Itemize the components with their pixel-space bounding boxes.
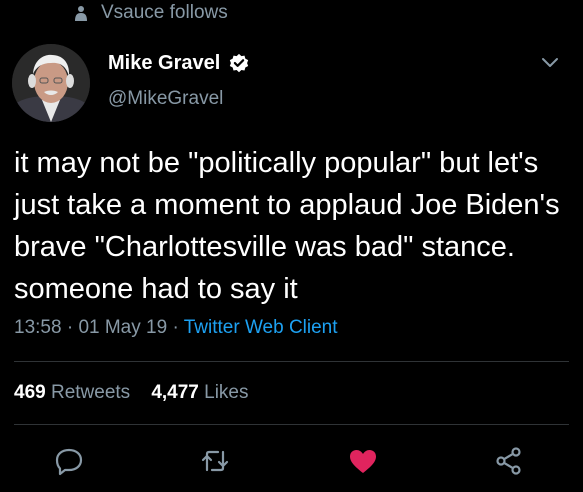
- author-name-row[interactable]: Mike Gravel: [108, 52, 250, 75]
- tweet-date: 01 May 19: [78, 317, 168, 338]
- retweet-icon[interactable]: [200, 446, 230, 476]
- author-display-name[interactable]: Mike Gravel: [108, 52, 220, 75]
- verified-badge-icon: [230, 53, 249, 72]
- tweet-actions: [0, 440, 583, 480]
- divider: [14, 361, 569, 362]
- meta-separator: ·: [167, 317, 184, 338]
- social-context: Vsauce follows: [75, 2, 228, 24]
- likes-count: 4,477: [151, 382, 199, 403]
- likes-stat[interactable]: 4,477 Likes: [151, 382, 248, 403]
- chevron-down-icon[interactable]: [540, 56, 560, 70]
- avatar[interactable]: [12, 44, 90, 122]
- share-icon[interactable]: [494, 446, 524, 476]
- tweet-text: it may not be "politically popular" but …: [14, 147, 560, 305]
- divider: [14, 424, 569, 425]
- social-context-text: Vsauce follows: [101, 2, 228, 23]
- person-icon: [75, 6, 87, 21]
- tweet-stats: 469 Retweets 4,477 Likes: [14, 382, 249, 404]
- heart-icon[interactable]: [348, 446, 378, 476]
- tweet-client-link[interactable]: Twitter Web Client: [184, 317, 338, 338]
- retweets-count: 469: [14, 382, 46, 403]
- tweet-time: 13:58: [14, 317, 62, 338]
- tweet-meta: 13:58 · 01 May 19 · Twitter Web Client: [14, 317, 338, 339]
- retweets-stat[interactable]: 469 Retweets: [14, 382, 130, 403]
- avatar-image: [12, 44, 90, 122]
- retweets-label: Retweets: [50, 382, 131, 403]
- reply-icon[interactable]: [54, 446, 84, 476]
- likes-label: Likes: [204, 382, 249, 403]
- meta-separator: ·: [61, 317, 79, 338]
- author-handle[interactable]: @MikeGravel: [108, 88, 223, 110]
